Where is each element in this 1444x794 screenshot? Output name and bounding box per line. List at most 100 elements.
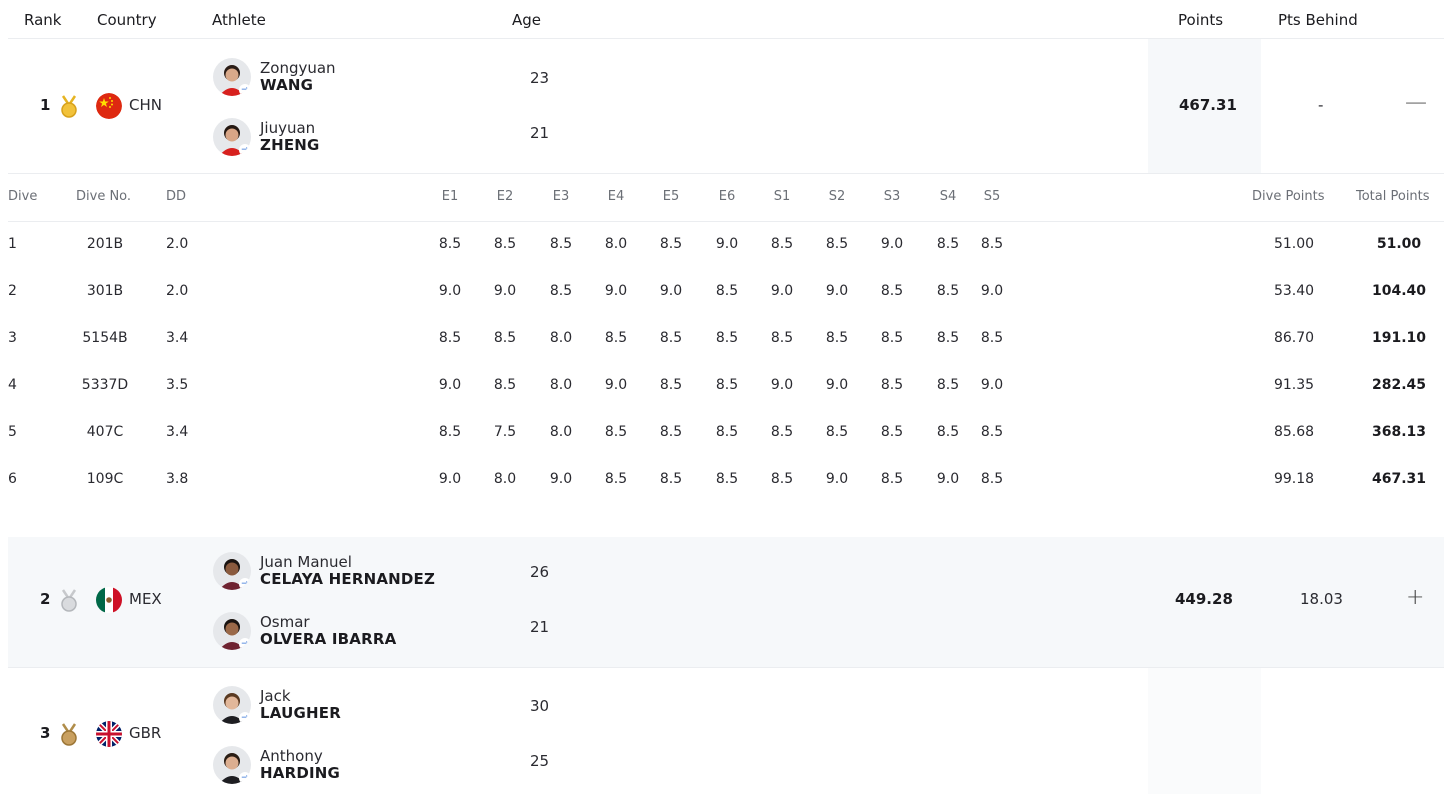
judge-score: 8.5 bbox=[715, 377, 739, 393]
profile-link-icon: → bbox=[239, 638, 251, 650]
judge-score: 8.5 bbox=[936, 330, 960, 346]
judge-score: 8.5 bbox=[825, 236, 849, 252]
judge-score: 7.5 bbox=[493, 424, 517, 440]
judge-score: 8.5 bbox=[604, 424, 628, 440]
judge-score: 9.0 bbox=[438, 471, 462, 487]
expand-toggle-button[interactable]: + bbox=[1406, 585, 1424, 610]
judge-header: S3 bbox=[883, 189, 901, 204]
profile-link-icon: → bbox=[239, 144, 251, 156]
judge-score: 8.5 bbox=[549, 236, 573, 252]
judge-score: 8.5 bbox=[825, 424, 849, 440]
dive-code: 407C bbox=[86, 424, 124, 440]
bronze-medal-icon bbox=[61, 723, 77, 746]
judge-score: 8.5 bbox=[604, 330, 628, 346]
athlete-first-name: Anthony bbox=[260, 747, 323, 765]
total-points: 467.31 bbox=[1371, 471, 1427, 487]
dive-points-header: Dive Points bbox=[1252, 189, 1325, 204]
dive-code: 5337D bbox=[81, 377, 129, 393]
athlete-first-name: Zongyuan bbox=[260, 59, 336, 77]
judge-header: E6 bbox=[718, 189, 736, 204]
judge-score: 9.0 bbox=[604, 377, 628, 393]
judge-score: 8.5 bbox=[980, 471, 1004, 487]
judge-score: 8.5 bbox=[659, 377, 683, 393]
gold-medal-icon bbox=[61, 95, 77, 118]
mexico-flag-icon bbox=[96, 587, 122, 613]
judge-score: 8.0 bbox=[493, 471, 517, 487]
judge-score: 9.0 bbox=[438, 377, 462, 393]
rank-number: 1 bbox=[40, 96, 51, 114]
degree-of-difficulty: 3.4 bbox=[166, 330, 189, 346]
judge-header: S5 bbox=[983, 189, 1001, 204]
athlete-last-name[interactable]: WANG bbox=[260, 76, 313, 94]
profile-link-icon: → bbox=[239, 578, 251, 590]
china-flag-icon bbox=[96, 93, 122, 119]
judge-score: 8.5 bbox=[438, 330, 462, 346]
judge-header: E5 bbox=[662, 189, 680, 204]
country-code: CHN bbox=[129, 96, 162, 114]
athlete-last-name[interactable]: LAUGHER bbox=[260, 704, 341, 722]
judge-header: S1 bbox=[773, 189, 791, 204]
judge-score: 9.0 bbox=[825, 377, 849, 393]
athlete-last-name[interactable]: OLVERA IBARRA bbox=[260, 630, 396, 648]
points-behind: - bbox=[1318, 96, 1324, 114]
rank-number: 3 bbox=[40, 724, 51, 742]
dive-number: 2 bbox=[8, 283, 17, 299]
judge-score: 8.5 bbox=[980, 424, 1004, 440]
judge-score: 8.5 bbox=[936, 424, 960, 440]
judge-score: 8.5 bbox=[936, 236, 960, 252]
judge-score: 8.5 bbox=[936, 377, 960, 393]
athlete-age: 21 bbox=[530, 124, 550, 142]
judge-score: 9.0 bbox=[715, 236, 739, 252]
judge-score: 8.0 bbox=[549, 377, 573, 393]
judge-score: 8.5 bbox=[549, 283, 573, 299]
athlete-avatar[interactable]: → bbox=[213, 612, 251, 650]
header-pts-behind: Pts Behind bbox=[1278, 11, 1358, 29]
athlete-avatar[interactable]: → bbox=[213, 118, 251, 156]
judge-score: 8.5 bbox=[438, 236, 462, 252]
degree-of-difficulty: 3.5 bbox=[166, 377, 189, 393]
dive-points: 91.35 bbox=[1273, 377, 1315, 393]
dive-number: 1 bbox=[8, 236, 17, 252]
athlete-last-name[interactable]: HARDING bbox=[260, 764, 340, 782]
judge-score: 9.0 bbox=[438, 283, 462, 299]
profile-link-icon: → bbox=[239, 772, 251, 784]
dive-points: 99.18 bbox=[1273, 471, 1315, 487]
judge-score: 9.0 bbox=[549, 471, 573, 487]
rank-number: 2 bbox=[40, 590, 51, 608]
athlete-first-name: Juan Manuel bbox=[260, 553, 352, 571]
judge-score: 9.0 bbox=[659, 283, 683, 299]
judge-score: 8.5 bbox=[980, 236, 1004, 252]
judge-score: 8.5 bbox=[438, 424, 462, 440]
header-athlete: Athlete bbox=[212, 11, 266, 29]
judge-score: 9.0 bbox=[825, 283, 849, 299]
athlete-avatar[interactable]: → bbox=[213, 746, 251, 784]
athlete-avatar[interactable]: → bbox=[213, 552, 251, 590]
athlete-last-name[interactable]: CELAYA HERNANDEZ bbox=[260, 570, 435, 588]
collapse-toggle-button[interactable]: — bbox=[1405, 90, 1427, 115]
dive-header-divider bbox=[8, 221, 1444, 222]
athlete-first-name: Jack bbox=[260, 687, 291, 705]
total-points-header: Total Points bbox=[1356, 189, 1430, 204]
judge-score: 8.5 bbox=[880, 424, 904, 440]
total-points: 104.40 bbox=[1371, 283, 1427, 299]
judge-header: S2 bbox=[828, 189, 846, 204]
judge-header: E4 bbox=[607, 189, 625, 204]
dive-points: 86.70 bbox=[1273, 330, 1315, 346]
dive-points: 53.40 bbox=[1273, 283, 1315, 299]
dive-code: 301B bbox=[86, 283, 124, 299]
athlete-avatar[interactable]: → bbox=[213, 686, 251, 724]
judge-score: 8.5 bbox=[604, 471, 628, 487]
judge-score: 8.5 bbox=[715, 330, 739, 346]
athlete-last-name[interactable]: ZHENG bbox=[260, 136, 320, 154]
degree-of-difficulty: 2.0 bbox=[166, 236, 189, 252]
judge-score: 8.5 bbox=[659, 471, 683, 487]
dive-code: 5154B bbox=[82, 330, 128, 346]
judge-score: 9.0 bbox=[880, 236, 904, 252]
judge-score: 8.5 bbox=[770, 471, 794, 487]
athlete-first-name: Jiuyuan bbox=[260, 119, 316, 137]
team-points: 467.31 bbox=[1179, 96, 1237, 114]
profile-link-icon: → bbox=[239, 712, 251, 724]
athlete-avatar[interactable]: → bbox=[213, 58, 251, 96]
degree-of-difficulty: 2.0 bbox=[166, 283, 189, 299]
judge-score: 8.5 bbox=[825, 330, 849, 346]
